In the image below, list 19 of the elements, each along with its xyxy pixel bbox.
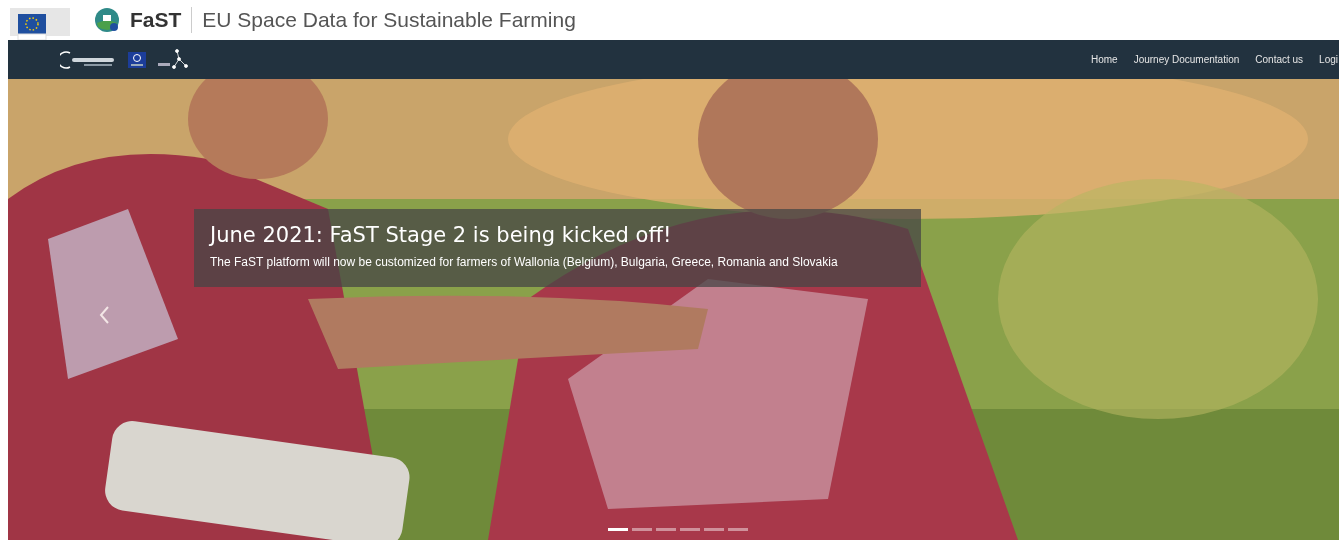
network-logo-icon	[158, 48, 190, 71]
caption-text: The FaST platform will now be customized for farmers of Wallonia (Belgium), Bulgaria, Greece, Romania and Slovakia	[210, 255, 839, 269]
brand-name: FaST	[130, 8, 182, 32]
nav-link[interactable]: Journey Documentation	[1133, 54, 1240, 65]
nav-link[interactable]: Contact us	[1255, 54, 1304, 65]
chevron-left-icon[interactable]	[98, 305, 110, 325]
flag-logo-icon	[128, 51, 146, 68]
globe-logo-icon	[94, 7, 120, 33]
carousel-indicator[interactable]	[704, 528, 724, 531]
carousel-indicator[interactable]	[728, 528, 748, 531]
ring-logo-icon	[60, 50, 116, 69]
carousel-indicator[interactable]	[632, 528, 652, 531]
nav-link[interactable]: Logi	[1319, 54, 1338, 65]
carousel-indicator[interactable]	[608, 528, 628, 531]
carousel-indicator[interactable]	[680, 528, 700, 531]
site-tagline: EU Space Data for Sustainable Farming	[191, 7, 576, 33]
caption-title: June 2021: FaST Stage 2 is being kicked off!	[210, 223, 673, 247]
carousel-indicator[interactable]	[656, 528, 676, 531]
nav-link[interactable]: Home	[1090, 54, 1118, 65]
